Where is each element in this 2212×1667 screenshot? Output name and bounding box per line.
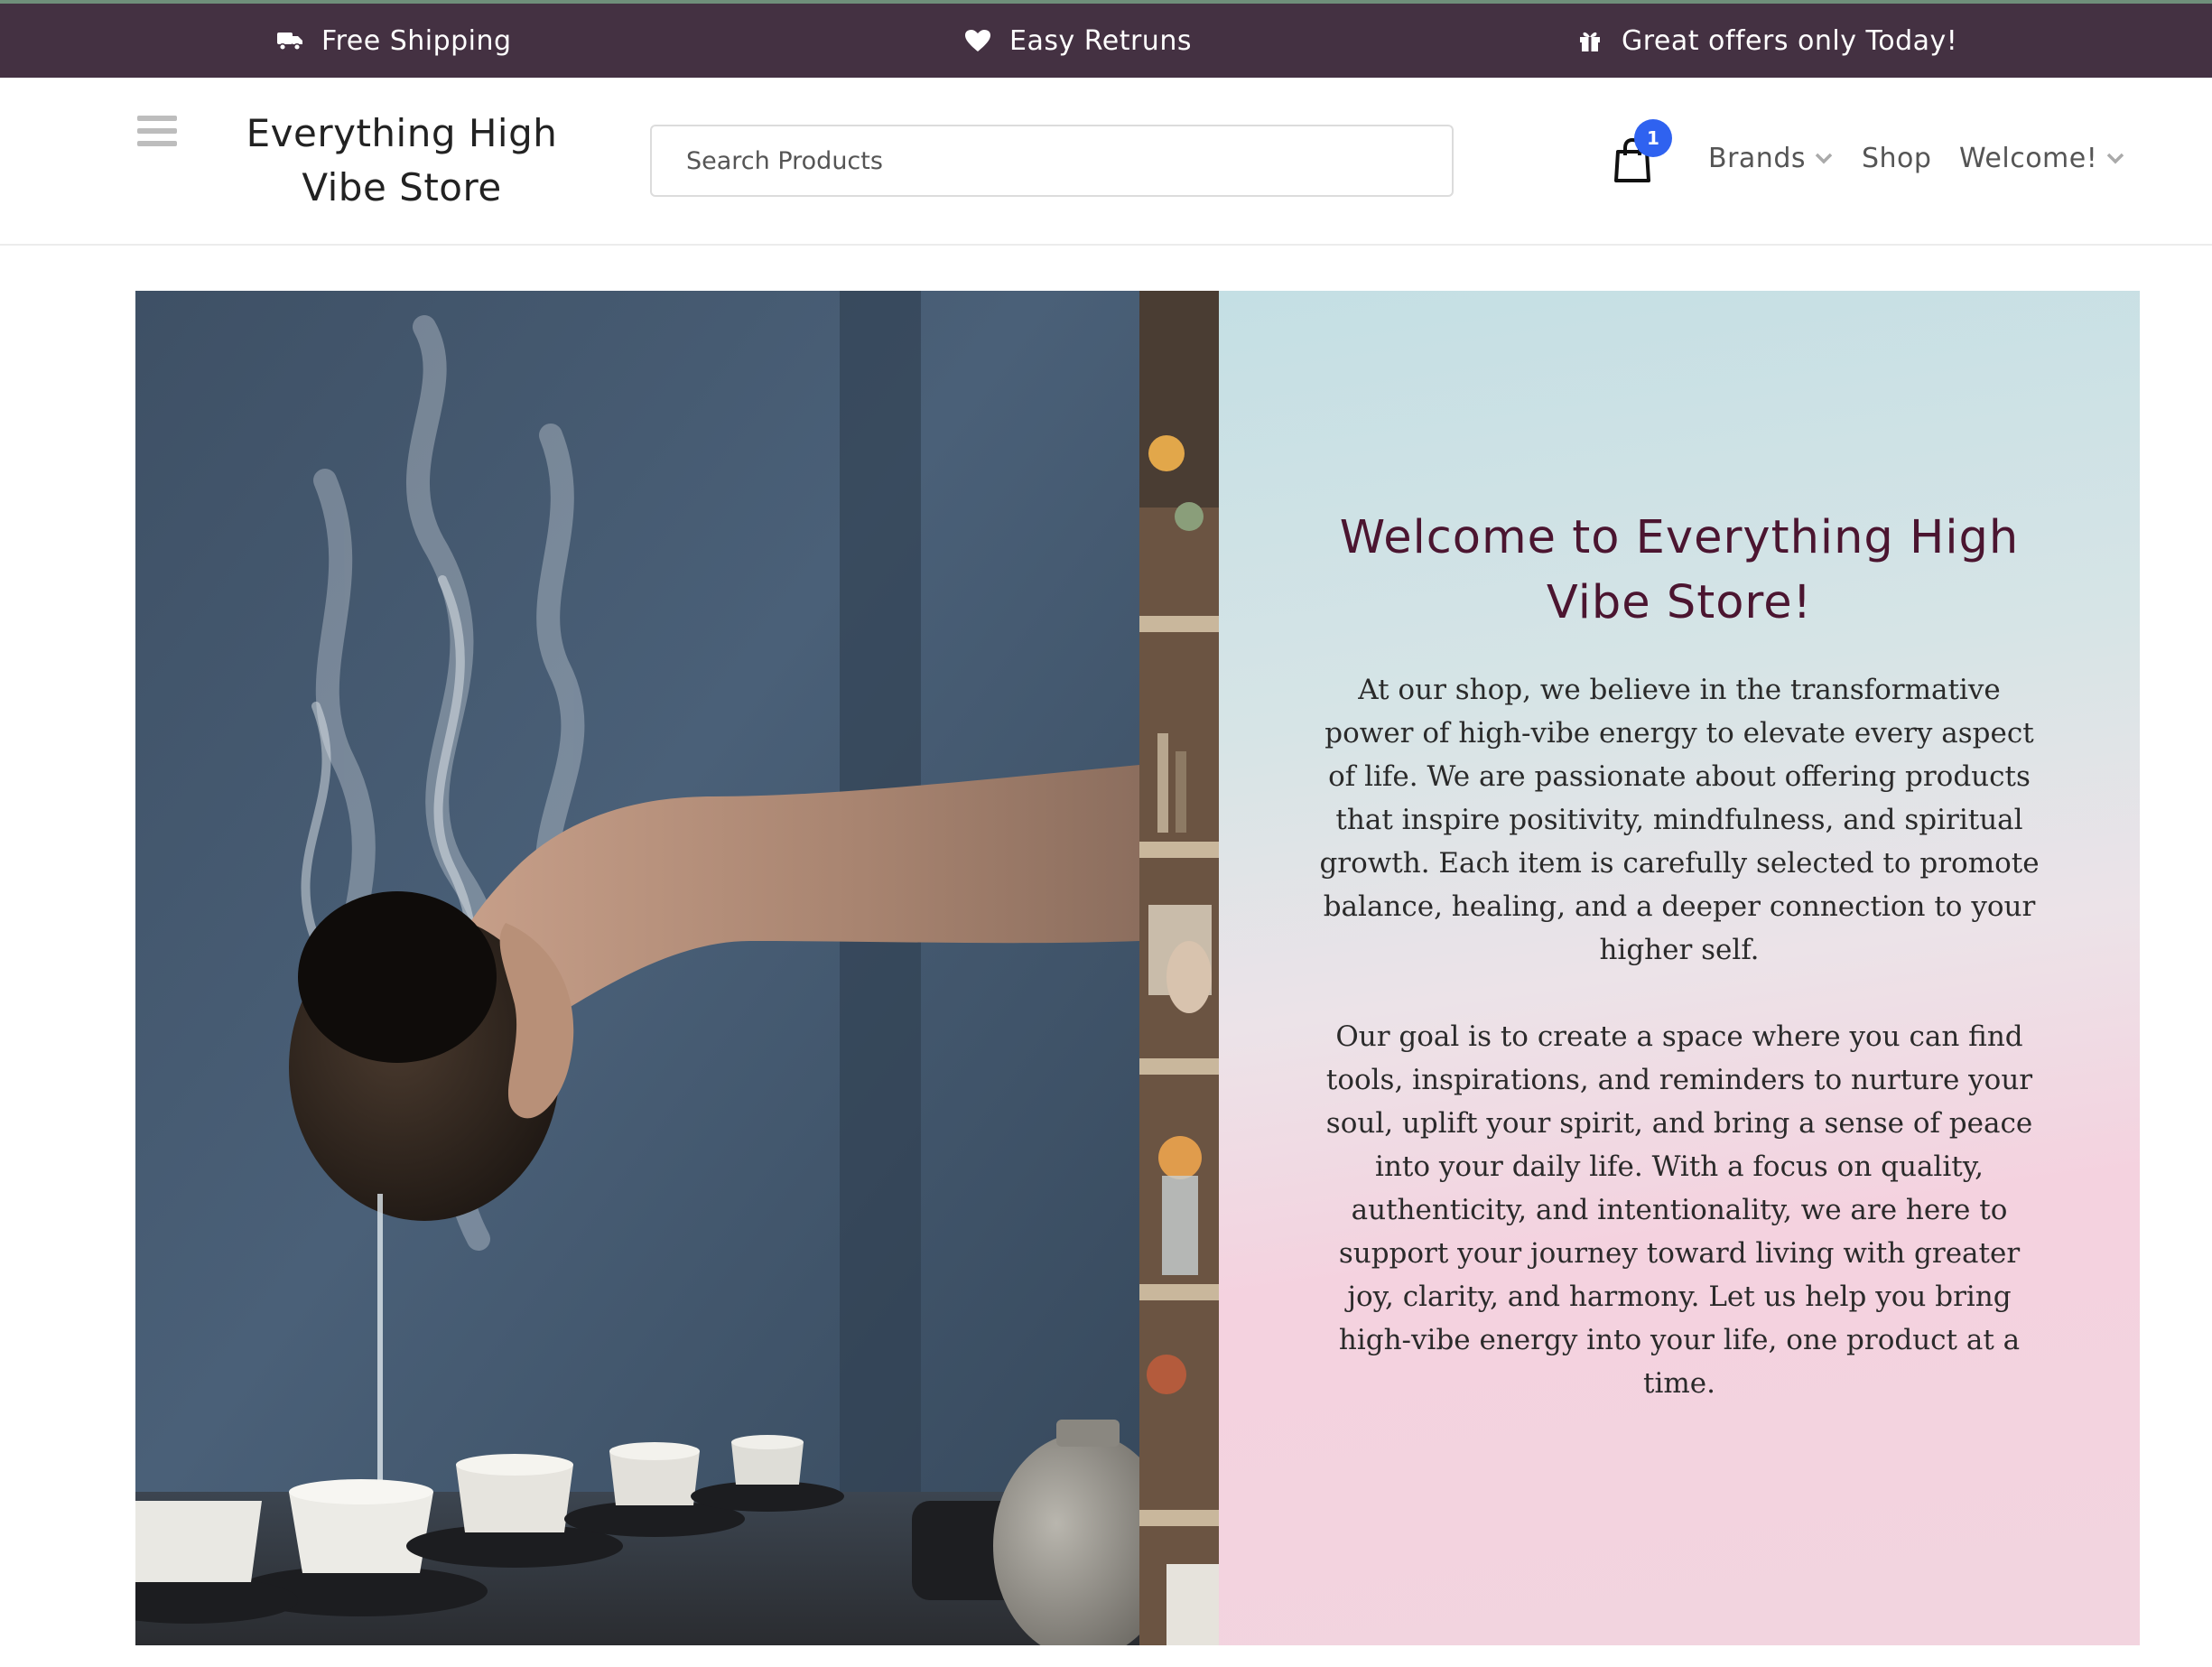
hero-image-tea-pouring	[135, 291, 1139, 1645]
nav-shop[interactable]: Shop	[1862, 135, 1931, 181]
promo-offers-label: Great offers only Today!	[1622, 24, 1958, 57]
hamburger-icon[interactable]	[137, 116, 177, 152]
promo-easy-returns-label: Easy Retruns	[1009, 24, 1192, 57]
nav-shop-label: Shop	[1862, 142, 1932, 174]
hero-section: Welcome to Everything High Vibe Store! A…	[135, 291, 2140, 1645]
nav-welcome[interactable]: Welcome!	[1959, 135, 2124, 181]
promo-free-shipping-label: Free Shipping	[321, 24, 512, 57]
truck-icon	[274, 25, 305, 56]
welcome-paragraph-1: At our shop, we believe in the transform…	[1319, 674, 2040, 966]
nav-welcome-label: Welcome!	[1959, 142, 2098, 174]
nav-brands[interactable]: Brands	[1708, 135, 1833, 181]
promo-offers: Great offers only Today!	[1575, 4, 1957, 78]
nav-brands-label: Brands	[1708, 142, 1806, 174]
promo-easy-returns: Easy Retruns	[962, 4, 1192, 78]
heart-icon	[962, 25, 993, 56]
chevron-down-icon	[1815, 153, 1833, 164]
welcome-panel: Welcome to Everything High Vibe Store! A…	[1219, 291, 2140, 1645]
store-logo[interactable]: Everything High Vibe Store	[217, 107, 587, 215]
gift-icon	[1575, 25, 1605, 56]
welcome-heading: Welcome to Everything High Vibe Store!	[1339, 511, 2020, 629]
promo-free-shipping: Free Shipping	[274, 4, 512, 78]
site-header: Everything High Vibe Store 1 Brands Shop…	[0, 78, 2212, 246]
welcome-paragraph-2: Our goal is to create a space where you …	[1325, 1020, 2033, 1400]
promo-bar: Free Shipping Easy Retruns Great offers …	[0, 0, 2212, 78]
hero-image-shelf-strip	[1139, 291, 1219, 1645]
chevron-down-icon	[2107, 153, 2124, 164]
cart-count-badge: 1	[1634, 119, 1672, 157]
search-input[interactable]	[650, 125, 1454, 197]
